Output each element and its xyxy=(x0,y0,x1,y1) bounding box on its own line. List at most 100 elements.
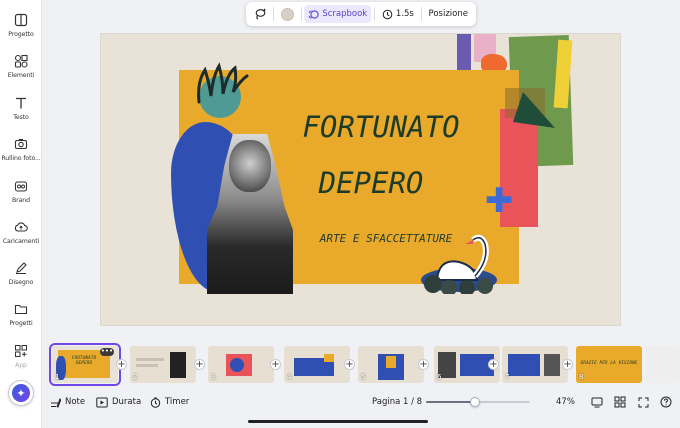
elements-icon xyxy=(13,53,29,69)
toolbar-divider xyxy=(273,7,274,21)
sidebar-item-brand[interactable]: Brand xyxy=(0,176,42,214)
sidebar-item-label: Progetti xyxy=(9,320,33,327)
page-thumbnail-2[interactable]: 2 xyxy=(130,346,196,383)
fullscreen-button[interactable] xyxy=(636,395,650,409)
sidebar-item-rullino[interactable]: Rullino foto... xyxy=(0,134,42,172)
thumb-text-line xyxy=(136,364,158,367)
folder-icon xyxy=(13,301,29,317)
background-color-button[interactable] xyxy=(277,5,298,23)
page-indicator[interactable]: Pagina 1 / 8 xyxy=(372,394,422,410)
thumb-more-button[interactable]: ••• xyxy=(100,348,114,356)
sidebar-item-disegno[interactable]: Disegno xyxy=(0,258,42,296)
add-page-button[interactable]: + xyxy=(344,359,355,370)
sidebar-item-label: App xyxy=(15,362,27,369)
upload-icon xyxy=(13,219,29,235)
play-icon xyxy=(96,397,108,407)
sidebar-item-label: Caricamenti xyxy=(2,238,40,245)
app-root: Progetto Elementi Testo Rullino foto... … xyxy=(0,0,680,428)
duration-toggle-button[interactable]: Durata xyxy=(96,394,141,410)
page-thumbnail-3[interactable]: 3 xyxy=(208,346,274,383)
add-page-button[interactable]: + xyxy=(562,359,573,370)
scrapbook-animation-button[interactable]: Scrapbook xyxy=(304,5,372,23)
thumb-image xyxy=(230,358,244,372)
page-number: 3 xyxy=(211,373,216,381)
zoom-percentage[interactable]: 47% xyxy=(556,394,575,410)
page-number: 8 xyxy=(579,373,584,381)
sidebar-item-app[interactable]: App xyxy=(0,341,42,379)
add-page-button[interactable]: + xyxy=(116,359,127,370)
duration-button[interactable]: 1.5s xyxy=(378,5,418,23)
animation-icon xyxy=(308,9,319,19)
thumb-image xyxy=(544,354,560,376)
sidebar-item-caricamenti[interactable]: Caricamenti xyxy=(0,217,42,255)
text-icon xyxy=(13,95,29,111)
sidebar-item-label: Brand xyxy=(12,197,30,204)
thumb-text: GRAZIE PER LA VISIONE xyxy=(580,361,638,366)
magic-button[interactable]: ✦ xyxy=(8,380,34,406)
sidebar-item-progetto[interactable]: Progetto xyxy=(0,10,42,48)
lasso-icon xyxy=(255,8,266,20)
thumb-image xyxy=(508,354,540,376)
thumb-text-line xyxy=(136,358,164,361)
slide-title-line1[interactable]: FORTUNATO xyxy=(271,110,491,144)
notes-button[interactable]: Note xyxy=(50,394,85,410)
page-number: 5 xyxy=(361,373,366,381)
help-button[interactable] xyxy=(659,395,673,409)
sidebar-item-label: Rullino foto... xyxy=(1,155,41,162)
page-thumbnail-1[interactable]: FORTUNATO DEPERO ••• 1 xyxy=(49,343,121,386)
swan-illustration xyxy=(421,234,497,294)
zoom-slider[interactable] xyxy=(426,397,530,407)
notes-label: Note xyxy=(65,397,86,407)
clock-icon xyxy=(382,9,393,19)
animate-button[interactable] xyxy=(250,5,270,23)
toolbar-divider xyxy=(420,7,422,21)
monitor-icon xyxy=(591,397,603,407)
sidebar-item-progetti[interactable]: Progetti xyxy=(0,299,42,337)
slide-canvas[interactable]: FORTUNATO DEPERO ARTE E SFACCETTATURE ✚ xyxy=(101,34,620,325)
thumb-text: FORTUNATO DEPERO xyxy=(71,356,97,366)
sparkle-icon: ✦ xyxy=(12,384,30,402)
page-number: 4 xyxy=(287,373,292,381)
timer-button[interactable]: Timer xyxy=(150,394,189,410)
apps-icon xyxy=(13,343,29,359)
triangle-shape xyxy=(505,88,555,128)
scribble-doodle xyxy=(197,62,249,104)
page-thumbnail-7[interactable]: 7 xyxy=(502,346,568,383)
help-icon xyxy=(660,396,672,408)
page-view-button[interactable] xyxy=(590,395,604,409)
page-number: 6 xyxy=(437,373,442,381)
grid-icon xyxy=(614,396,626,408)
sidebar: Progetto Elementi Testo Rullino foto... … xyxy=(0,0,42,428)
add-page-button[interactable]: + xyxy=(270,359,281,370)
scrapbook-label: Scrapbook xyxy=(322,9,368,19)
add-page-button[interactable]: + xyxy=(194,359,205,370)
page-thumbnail-8[interactable]: GRAZIE PER LA VISIONE 8 xyxy=(576,346,642,383)
expand-icon xyxy=(638,397,648,407)
violet-paper-strip xyxy=(457,34,471,74)
zoom-slider-handle[interactable] xyxy=(469,397,480,407)
thumb-image xyxy=(386,356,396,368)
page-thumbnail-4[interactable]: 4 xyxy=(284,346,350,383)
layout-icon xyxy=(13,12,29,28)
page-thumbnail-5[interactable]: 5 xyxy=(358,346,424,383)
grid-view-button[interactable] xyxy=(613,395,627,409)
sidebar-item-testo[interactable]: Testo xyxy=(0,93,42,131)
home-indicator xyxy=(248,420,428,423)
timer-label: Timer xyxy=(165,397,190,407)
slide-title-line2[interactable]: DEPERO xyxy=(271,166,471,200)
thumb-image xyxy=(324,354,334,362)
toolbar-divider xyxy=(374,7,375,21)
add-page-button[interactable]: + xyxy=(418,359,429,370)
page-number: 2 xyxy=(133,373,138,381)
sidebar-item-elementi[interactable]: Elementi xyxy=(0,51,42,89)
sidebar-item-label: Testo xyxy=(13,114,29,121)
blue-star-shape: ✚ xyxy=(485,181,514,221)
position-button[interactable]: Posizione xyxy=(425,5,472,23)
notes-icon xyxy=(51,397,61,408)
add-page-placeholder[interactable] xyxy=(646,346,680,383)
duration-label: 1.5s xyxy=(395,9,414,19)
page-number: 1 xyxy=(55,373,60,381)
portrait-head xyxy=(229,140,271,192)
add-page-button[interactable]: + xyxy=(488,359,499,370)
page-filmstrip: FORTUNATO DEPERO ••• 1 + 2 + 3 + 4 + 5 +… xyxy=(42,342,680,388)
